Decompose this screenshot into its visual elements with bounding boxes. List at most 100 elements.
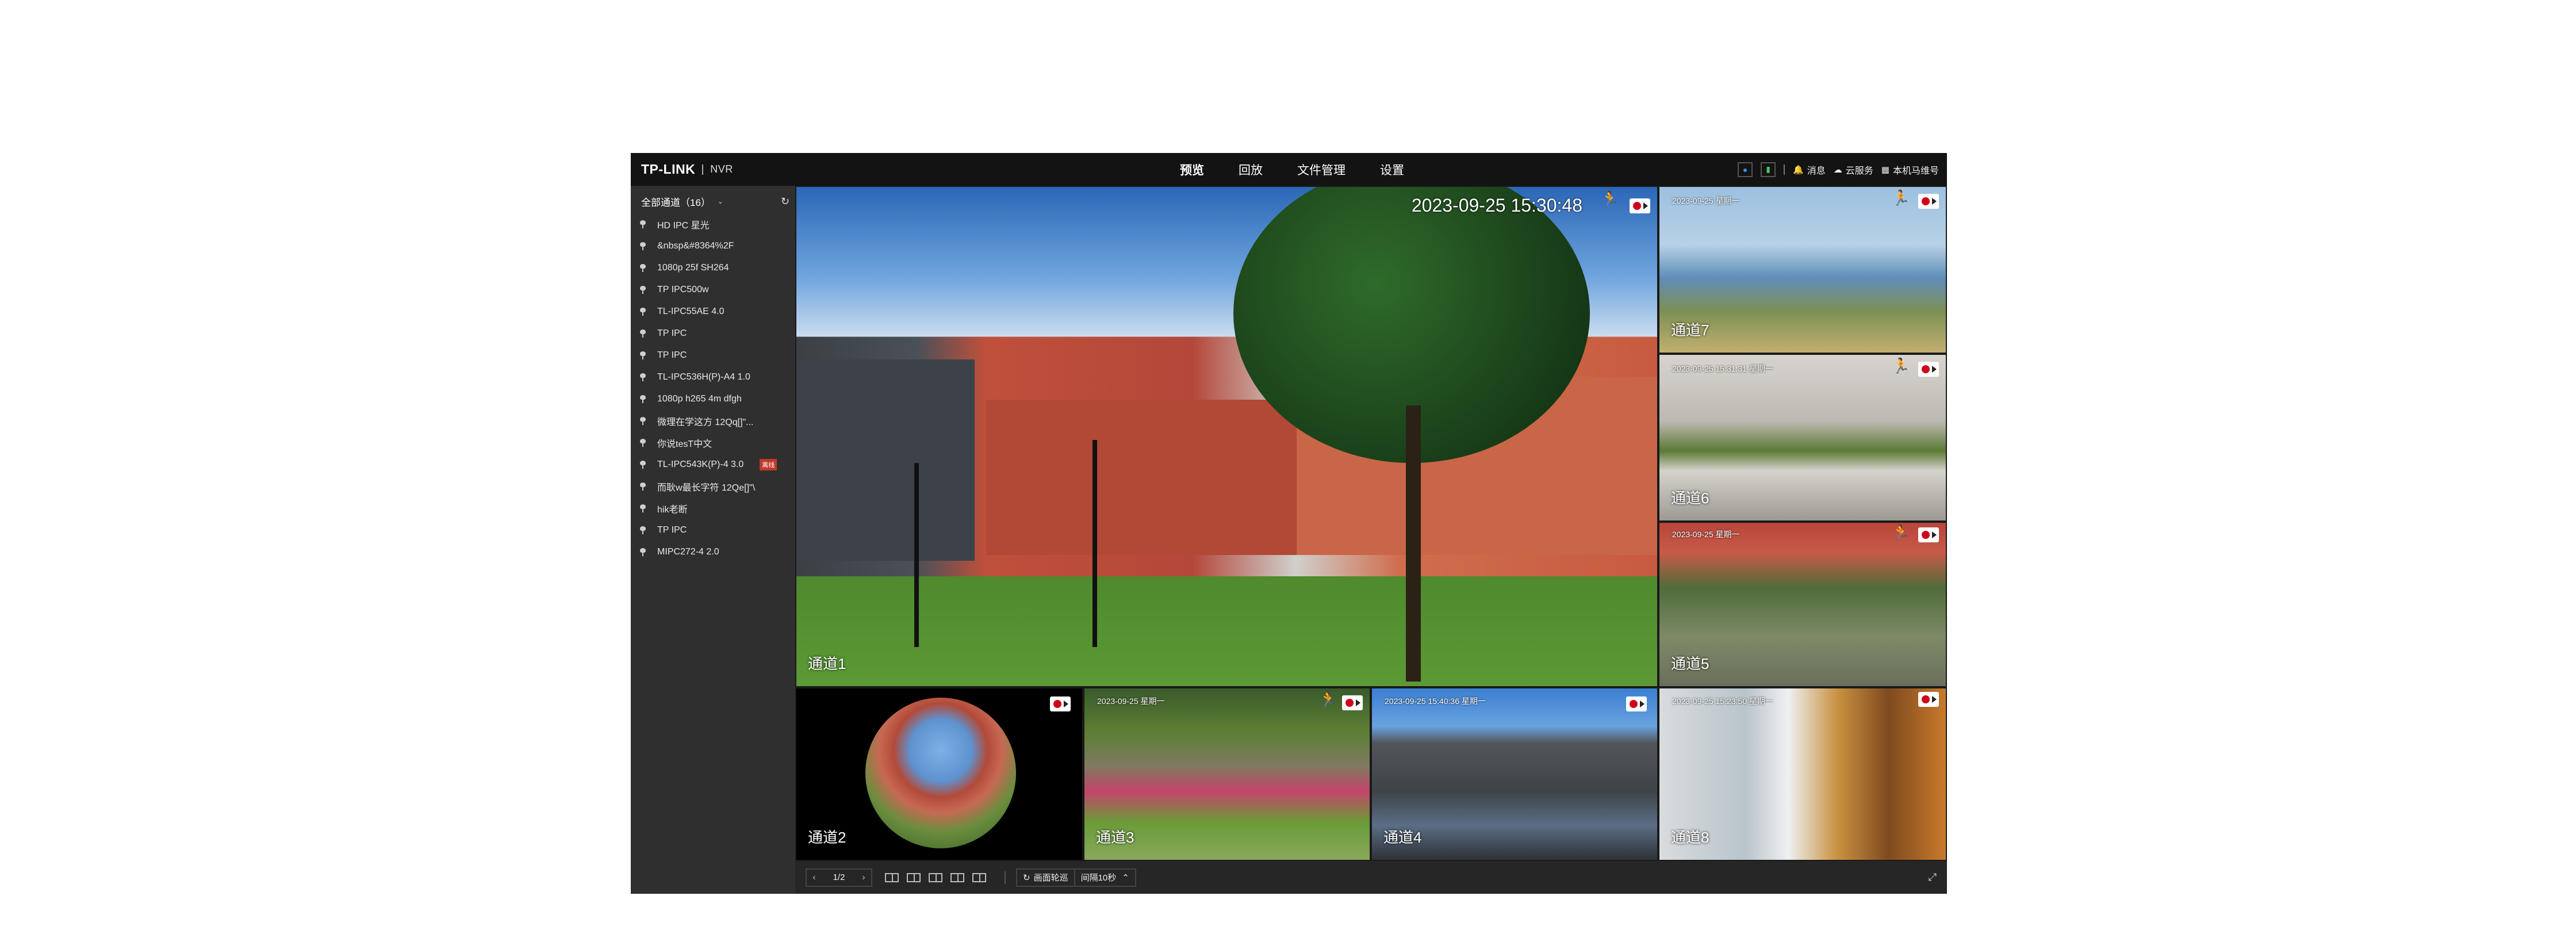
nav-file-management[interactable]: 文件管理 (1297, 161, 1346, 178)
channel-list-item[interactable]: TP IPC (639, 519, 791, 541)
video-grid: 2023-09-25 15:30:48 🏃 通道1 2023-09-25 星期一… (795, 186, 1947, 861)
channel-list-item[interactable]: 1080p 25f SH264 (639, 257, 791, 279)
channel-4-label: 通道4 (1383, 829, 1422, 846)
channel-list-item[interactable]: 你说tesT中文 (639, 432, 791, 454)
channel-list-item[interactable]: TP IPC500w (639, 279, 791, 301)
layout-4-icon[interactable] (907, 872, 921, 882)
video-tile-channel-5[interactable]: 2023-09-25 星期一 🏃 通道5 (1658, 522, 1947, 687)
channel-list-item[interactable]: TL-IPC536H(P)-A4 1.0 (639, 366, 791, 388)
video-tile-channel-6[interactable]: 2023-09-25 15:31:31 星期一 🏃 通道6 (1658, 354, 1947, 522)
channel-list-item[interactable]: hik老断 (639, 497, 791, 519)
scene-lamp-post (1092, 440, 1097, 647)
channel-name: TP IPC500w (657, 285, 709, 294)
channel-name: TL-IPC543K(P)-4 3.0 (657, 460, 744, 469)
layout-1-icon[interactable] (885, 872, 899, 882)
channel-list-item[interactable]: HD IPC 星光 (639, 213, 791, 235)
tool-divider (1784, 164, 1785, 175)
channel-8-timestamp: 2023-09-25 15:23:50 星期一 (1672, 696, 1773, 706)
video-tile-channel-7[interactable]: 2023-09-25 星期一 🏃 通道7 (1658, 186, 1947, 354)
channel-name: TP IPC (657, 525, 687, 535)
cloud-icon: ☁ (1833, 164, 1842, 175)
messages-button[interactable]: 🔔 消息 (1793, 163, 1826, 177)
channel-list-item[interactable]: TP IPC (639, 323, 791, 345)
channel-5-timestamp: 2023-09-25 星期一 (1672, 530, 1740, 539)
camera-icon (639, 220, 647, 228)
channel-count-label: 全部通道（16） (641, 197, 711, 208)
channel-list-item[interactable]: TP IPC (639, 345, 791, 366)
channel-list: HD IPC 星光 &nbsp&#8364%2F 1080p 25f SH264 TP… (639, 213, 791, 563)
channel-list-item[interactable]: 微理在学这方 12Qq[]"... (639, 410, 791, 432)
camera-icon (639, 461, 647, 469)
record-icon (1342, 695, 1363, 710)
camera-icon (639, 330, 647, 338)
refresh-icon[interactable]: ↻ (781, 196, 789, 208)
nav-settings[interactable]: 设置 (1380, 161, 1404, 178)
layout-8-icon[interactable] (929, 872, 942, 882)
camera-icon (639, 308, 647, 316)
cycle-interval-value: 间隔10秒 (1080, 873, 1117, 883)
channel-list-item[interactable]: MIPC272-4 2.0 (639, 541, 791, 563)
layout-switcher (885, 872, 986, 882)
channel-list-item[interactable]: &nbsp&#8364%2F (639, 235, 791, 257)
chevron-down-icon[interactable]: ⌄ (718, 197, 723, 205)
motion-detect-icon: 🏃 (1318, 691, 1337, 708)
page-switcher: ‹ 1/2 › (806, 868, 872, 887)
motion-detect-icon: 🏃 (1891, 357, 1910, 374)
camera-icon (639, 395, 647, 403)
channel-list-item[interactable]: 1080p h265 4m dfgh (639, 388, 791, 410)
channel-3-timestamp: 2023-09-25 星期一 (1097, 696, 1165, 706)
logo-subtitle: NVR (710, 163, 733, 175)
channel-list-header[interactable]: 全部通道（16） ⌄ ↻ (641, 193, 789, 210)
scene-lamp-post-2 (914, 463, 919, 647)
channel-list-item[interactable]: TL-IPC55AE 4.0 (639, 301, 791, 323)
record-icon (1626, 696, 1647, 711)
channel-name: TP IPC (657, 350, 687, 360)
video-tile-channel-1[interactable]: 2023-09-25 15:30:48 🏃 通道1 (795, 186, 1658, 687)
video-tile-channel-4[interactable]: 2023-09-25 15:40:36 星期一 通道4 (1371, 687, 1658, 861)
video-tile-channel-2[interactable]: 通道2 (795, 687, 1083, 861)
channel-7-timestamp: 2023-09-25 星期一 (1672, 196, 1740, 205)
channel-name: 微理在学这方 12Qq[]"... (657, 418, 754, 427)
channel-8-label: 通道8 (1671, 829, 1709, 846)
top-tools: ● ▮ 🔔 消息 ☁ 云服务 ▦ 本机马维号 (1738, 153, 1939, 186)
channel-1-label: 通道1 (808, 655, 846, 672)
camera-icon (639, 286, 647, 294)
device-account-button[interactable]: ▦ 本机马维号 (1881, 163, 1939, 177)
channel-6-timestamp: 2023-09-25 15:31:31 星期一 (1672, 364, 1773, 373)
channel-name: MIPC272-4 2.0 (657, 547, 719, 557)
logo: TP-LINK NVR (641, 153, 733, 186)
user-icon[interactable]: ● (1738, 162, 1753, 177)
record-icon (1918, 692, 1939, 707)
scene-building-center (986, 400, 1297, 555)
camera-icon (639, 373, 647, 381)
nav-playback[interactable]: 回放 (1239, 161, 1263, 178)
channel-3-label: 通道3 (1096, 829, 1134, 846)
channel-name: 而耿w最长字符 12Qe[]"\ (657, 483, 756, 493)
channel-name: HD IPC 星光 (657, 221, 710, 231)
camera-icon (639, 483, 647, 491)
signal-icon[interactable]: ▮ (1761, 162, 1776, 177)
channel-4-timestamp: 2023-09-25 15:40:36 星期一 (1385, 696, 1486, 706)
fullscreen-icon[interactable]: ⤢ (1929, 871, 1937, 883)
channel-list-item[interactable]: 而耿w最长字符 12Qe[]"\ (639, 476, 791, 497)
logo-text: TP-LINK (641, 162, 696, 177)
channel-name: TL-IPC536H(P)-A4 1.0 (657, 372, 750, 382)
cycle-button[interactable]: ↻ 画面轮巡 (1017, 869, 1075, 886)
channel-name: &nbsp&#8364%2F (657, 241, 734, 251)
layout-16-icon[interactable] (972, 872, 986, 882)
messages-label: 消息 (1807, 166, 1826, 176)
nav-preview[interactable]: 预览 (1180, 161, 1204, 178)
record-icon (1050, 696, 1071, 711)
video-tile-channel-3[interactable]: 2023-09-25 星期一 🏃 通道3 (1083, 687, 1371, 861)
record-icon (1918, 527, 1939, 542)
video-tile-channel-8[interactable]: 2023-09-25 15:23:50 星期一 通道8 (1658, 687, 1947, 861)
chevron-right-icon[interactable]: › (856, 872, 871, 882)
bottom-toolbar: ‹ 1/2 › ↻ 画面轮巡 间隔10秒 ⌃ ⤢ (795, 861, 1947, 894)
chevron-left-icon[interactable]: ‹ (807, 872, 822, 882)
cloud-service-button[interactable]: ☁ 云服务 (1834, 163, 1873, 177)
record-icon (1630, 198, 1650, 213)
channel-name: hik老断 (657, 505, 688, 515)
cycle-interval-select[interactable]: 间隔10秒 ⌃ (1075, 870, 1135, 886)
layout-9-icon[interactable] (950, 872, 964, 882)
channel-list-item[interactable]: TL-IPC543K(P)-4 3.0 离线 (639, 454, 791, 476)
